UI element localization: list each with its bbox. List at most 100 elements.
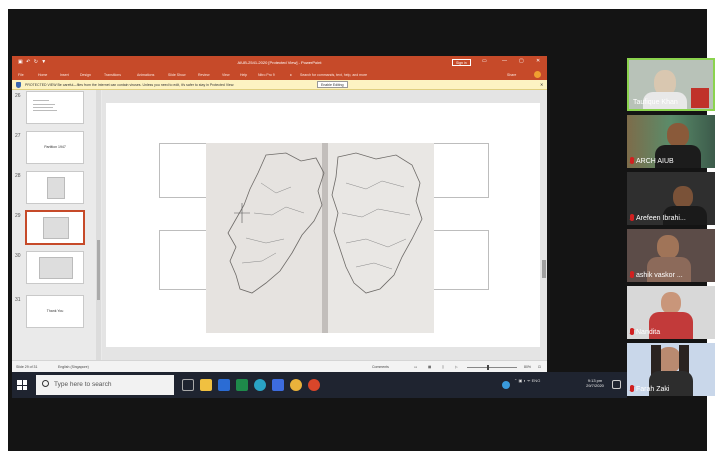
notifications-icon[interactable] [612,380,621,389]
muted-mic-icon [630,157,634,164]
powerpoint-title-bar: ▣ ↶ ↻ ▼ AIUB-2541-2020 [Protected View] … [12,56,547,69]
chrome-icon[interactable] [290,379,302,391]
shared-screen: ▣ ↶ ↻ ▼ AIUB-2541-2020 [Protected View] … [12,56,547,372]
tab-help[interactable]: Help [240,73,247,77]
reading-view-icon[interactable]: ▯ [442,365,444,369]
maximize-icon[interactable]: ▢ [519,58,524,64]
participant-name: ARCH AIUB [636,158,674,165]
map-image [206,143,434,333]
thumbnail-title: Partition 1947 [44,145,66,149]
slide-counter: Slide 29 of 31 [16,365,38,369]
muted-mic-icon [630,271,634,278]
search-placeholder: Type here to search [54,381,112,388]
thumbnail-image [26,91,84,124]
tab-review[interactable]: Review [198,73,209,77]
tab-file[interactable]: File [18,73,24,77]
minimize-icon[interactable]: — [502,58,507,64]
zoom-slider[interactable] [467,367,517,368]
tab-transitions[interactable]: Transitions [104,73,121,77]
powerpoint-icon[interactable] [308,379,320,391]
participant-video [673,186,693,208]
taskbar-search-box[interactable]: Type here to search [36,375,174,395]
fit-slide-icon[interactable]: ⊡ [538,365,541,369]
file-explorer-icon[interactable] [200,379,212,391]
enable-editing-button[interactable]: Enable Editing [317,81,348,88]
thumbnail-slide-31[interactable]: 31 Thank You [12,294,102,332]
tab-slide-show[interactable]: Slide Show [168,73,186,77]
close-bar-icon[interactable]: ✕ [540,82,543,87]
tab-animations[interactable]: Animations [137,73,154,77]
slide-sorter-icon[interactable]: ▦ [428,365,431,369]
sign-in-button[interactable]: Sign in [452,59,471,66]
taskbar-clock[interactable]: 9:13 pm 29/7/2020 [582,378,608,388]
participant-video [661,292,681,314]
cloud-icon[interactable] [502,381,510,389]
thumbnail-number: 29 [15,213,21,219]
normal-view-icon[interactable]: ▭ [414,365,417,369]
comments-button[interactable]: Comments [372,365,389,369]
participant-tile-arefeen[interactable]: Arefeen Ibrahi... [627,172,715,225]
thumbnail-image [26,251,84,284]
thumbnail-image [26,171,84,204]
tab-design[interactable]: Design [80,73,91,77]
thumbnail-image [25,210,85,245]
edge-icon[interactable] [254,379,266,391]
slide-editor [102,90,547,360]
thumbnail-slide-28[interactable]: 28 [12,170,102,208]
muted-mic-icon [630,385,634,392]
participant-tile-taufique[interactable]: Taufique Khan [627,58,715,111]
participant-name: Arefeen Ibrahi... [636,215,686,222]
thumbnail-number: 31 [15,297,21,303]
current-slide[interactable] [106,103,540,347]
zoom-slider-handle[interactable] [487,365,489,370]
thumbnail-number: 27 [15,133,21,139]
muted-mic-icon [630,214,634,221]
participant-tile-nandita[interactable]: Nandita [627,286,715,339]
thumbnail-number: 26 [15,93,21,99]
word-icon[interactable] [218,379,230,391]
participant-video [657,235,679,259]
language-status[interactable]: English (Singapore) [58,365,89,369]
thumbnail-number: 30 [15,253,21,259]
ribbon-display-icon[interactable]: ▭ [482,58,487,64]
thumbnail-slide-30[interactable]: 30 [12,250,102,288]
search-icon [42,380,49,387]
tab-nitro[interactable]: Nitro Pro 9 [258,73,275,77]
task-view-icon[interactable] [182,379,194,391]
windows-taskbar: Type here to search ⌃ ▣ ◖ ᯤ ENG 9:13 pm … [12,372,627,398]
zoom-app-icon[interactable] [272,379,284,391]
shield-icon [16,82,21,88]
participant-tile-ashik[interactable]: ashik vaskor ... [627,229,715,282]
thumbnail-image: Thank You [26,295,84,328]
protected-view-message: PROTECTED VIEW Be careful—files from the… [25,83,235,87]
screen-capture: ▣ ↶ ↻ ▼ AIUB-2541-2020 [Protected View] … [0,0,715,451]
tab-home[interactable]: Home [38,73,47,77]
participant-name: ashik vaskor ... [636,272,683,279]
participant-tile-arch-aiub[interactable]: ARCH AIUB [627,115,715,168]
thumbnail-number: 28 [15,173,21,179]
windows-start-icon[interactable] [17,380,27,390]
participant-tile-farah[interactable]: Farah Zaki [627,343,715,396]
thumbnail-slide-27[interactable]: 27 Partition 1947 [12,130,102,168]
lightbulb-icon: ♦ [290,73,292,77]
tab-insert[interactable]: Insert [60,73,69,77]
thumbnails-scrollbar[interactable] [96,90,101,360]
thumbnail-slide-29[interactable]: 29 [12,210,102,248]
clock-date: 29/7/2020 [586,383,604,388]
zoom-level[interactable]: 80% [524,365,531,369]
tab-view[interactable]: View [222,73,230,77]
tell-me-input[interactable]: Search for commands, text, help, and mor… [300,73,367,77]
excel-icon[interactable] [236,379,248,391]
user-avatar-icon[interactable] [534,71,541,78]
slide-scrollbar[interactable] [541,90,547,360]
slideshow-icon[interactable]: ▷ [455,365,458,369]
share-button[interactable]: Share [507,73,516,77]
participant-name: Nandita [636,329,661,336]
participant-name: Farah Zaki [636,386,670,393]
thumbnail-title: Thank You [46,309,64,313]
close-icon[interactable]: ✕ [536,58,540,64]
participant-name: Taufique Khan [633,99,678,106]
thumbnail-slide-26[interactable]: 26 [12,90,102,128]
system-tray-icons[interactable]: ⌃ ▣ ◖ ᯤ ENG [514,378,540,384]
ribbon-tabs: File Home Insert Design Transitions Anim… [12,69,547,80]
